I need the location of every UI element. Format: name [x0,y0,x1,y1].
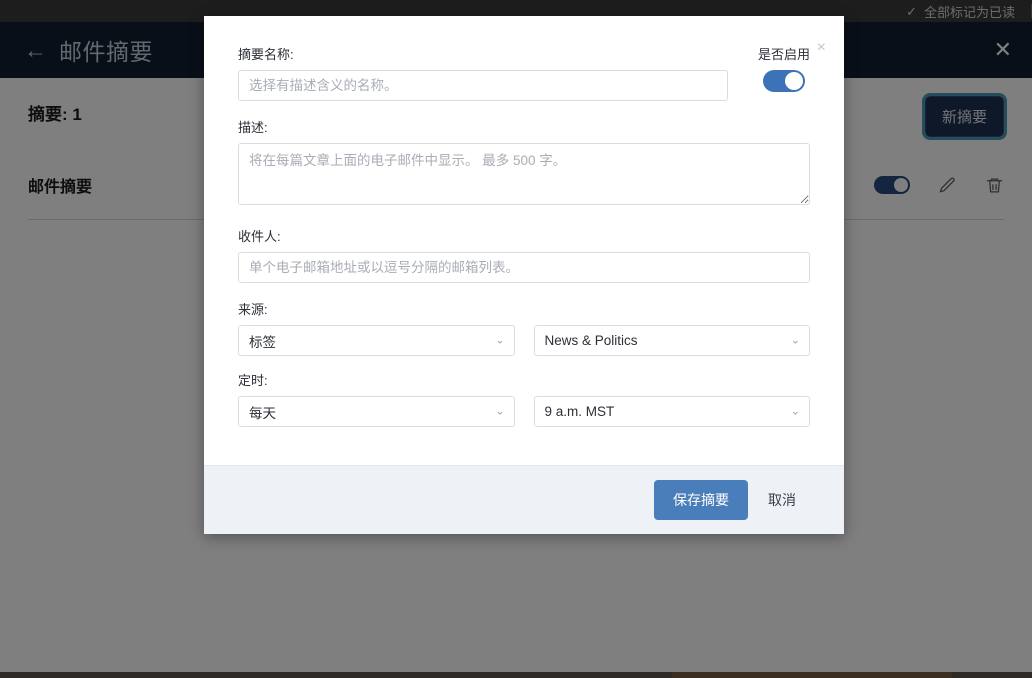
recipients-label: 收件人: [238,229,281,244]
enable-toggle-group: 是否启用 [758,44,810,92]
schedule-select-row: 每天 ⌄ 9 a.m. MST ⌄ [238,396,810,427]
bottom-strip-left [0,672,672,678]
description-textarea[interactable] [238,143,810,205]
modal-body: 摘要名称: 是否启用 描述: 收件人: 来源: [204,16,844,465]
bottom-edge-strip [0,672,1032,678]
modal-footer: 保存摘要 取消 [204,465,844,534]
save-digest-button[interactable]: 保存摘要 [654,480,748,520]
cancel-button[interactable]: 取消 [754,481,810,519]
schedule-frequency-select[interactable]: 每天 [238,396,515,427]
enable-toggle[interactable] [762,70,805,92]
bottom-strip-mid [672,672,952,678]
source-type-wrap: 标签 ⌄ [238,325,515,356]
schedule-time-wrap: 9 a.m. MST ⌄ [533,396,810,427]
source-type-select[interactable]: 标签 [238,325,515,356]
source-target-select[interactable]: News & Politics [533,325,810,356]
app-root: ✓ 全部标记为已读 ← 邮件摘要 ✕ 摘要: 1 邮件摘要 [0,0,1032,678]
source-select-row: 标签 ⌄ News & Politics ⌄ [238,325,810,356]
schedule-field-group: 定时: 每天 ⌄ 9 a.m. MST ⌄ [238,370,810,427]
description-label: 描述: [238,120,268,135]
schedule-time-select[interactable]: 9 a.m. MST [533,396,810,427]
source-label: 来源: [238,302,268,317]
source-target-wrap: News & Politics ⌄ [533,325,810,356]
digest-edit-modal: × 摘要名称: 是否启用 描述: 收件 [204,16,844,534]
description-field-group: 描述: [238,117,810,210]
schedule-label: 定时: [238,373,268,388]
name-input-wrap: 摘要名称: [238,44,728,101]
bottom-strip-right [952,672,1032,678]
enable-label: 是否启用 [757,47,810,62]
digest-name-field-group: 摘要名称: 是否启用 [238,44,810,101]
digest-name-label: 摘要名称: [238,47,294,62]
modal-close-icon[interactable]: × [813,38,830,58]
name-and-enable-row: 摘要名称: 是否启用 [238,44,810,101]
digest-name-input[interactable] [238,70,728,101]
schedule-frequency-wrap: 每天 ⌄ [238,396,515,427]
recipients-input[interactable] [238,252,810,283]
recipients-field-group: 收件人: [238,226,810,283]
source-field-group: 来源: 标签 ⌄ News & Politics ⌄ [238,299,810,356]
